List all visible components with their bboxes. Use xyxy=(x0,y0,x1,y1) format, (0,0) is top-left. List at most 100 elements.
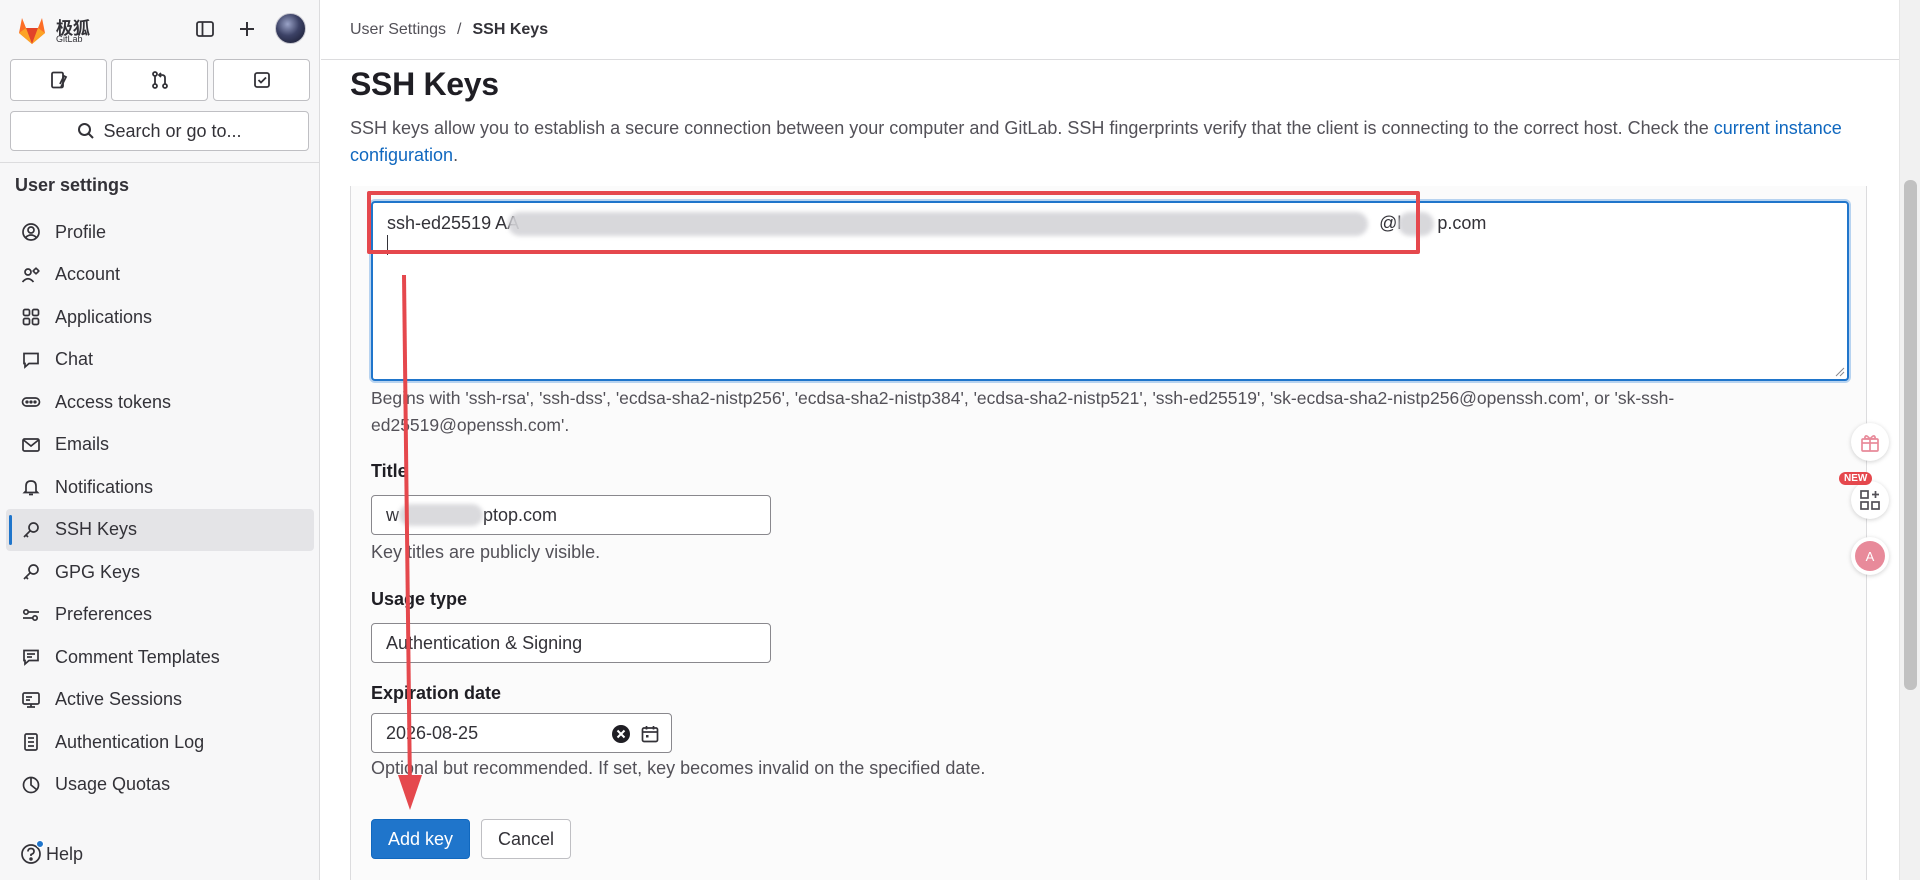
brand-name-en: GitLab xyxy=(56,34,83,44)
redaction-blur xyxy=(508,212,1368,236)
monitor-icon xyxy=(19,688,43,712)
expiration-date-value: 2026-08-25 xyxy=(386,722,479,743)
text-caret xyxy=(387,235,388,255)
main-content: User Settings / SSH Keys SSH Keys SSH ke… xyxy=(321,0,1899,880)
sidebar-toggle-icon[interactable] xyxy=(190,14,220,44)
bell-icon xyxy=(19,475,43,499)
breadcrumb: User Settings / SSH Keys xyxy=(350,21,548,39)
expiration-date-label: Expiration date xyxy=(371,683,502,703)
sidebar-item-label: Applications xyxy=(55,306,153,327)
preferences-icon xyxy=(19,603,43,627)
issues-button[interactable] xyxy=(10,59,107,101)
key-value-tail: p.com xyxy=(1437,213,1487,233)
sidebar-item-authentication-log[interactable]: Authentication Log xyxy=(6,721,314,764)
search-icon xyxy=(78,123,95,139)
description-text: SSH keys allow you to establish a secure… xyxy=(350,118,1714,138)
key-textarea[interactable]: ssh-ed25519 AA @l p.com xyxy=(371,201,1849,381)
title-label: Title xyxy=(371,461,408,481)
redaction-blur xyxy=(399,504,483,526)
todo-icon xyxy=(253,72,270,88)
issues-icon xyxy=(50,71,67,89)
resize-handle-icon[interactable] xyxy=(1835,367,1845,377)
sidebar: 极狐 GitLab Search or go to... User settin… xyxy=(0,0,320,880)
key-icon xyxy=(19,518,43,542)
sidebar-item-preferences[interactable]: Preferences xyxy=(6,594,314,637)
svg-text:A: A xyxy=(1866,549,1875,564)
expiration-date-input[interactable]: 2026-08-25 xyxy=(371,713,672,753)
brand-logo[interactable]: 极狐 GitLab xyxy=(16,14,96,46)
sidebar-item-active-sessions[interactable]: Active Sessions xyxy=(6,679,314,722)
new-badge: NEW xyxy=(1839,472,1873,485)
avatar[interactable] xyxy=(275,13,306,44)
breadcrumb-parent[interactable]: User Settings xyxy=(350,21,446,39)
notification-dot xyxy=(36,840,44,848)
grid-plus-icon xyxy=(1860,490,1880,510)
sidebar-item-emails[interactable]: Emails xyxy=(6,424,314,467)
sidebar-item-access-tokens[interactable]: Access tokens xyxy=(6,381,314,424)
apps-button[interactable] xyxy=(1851,481,1889,519)
key-format-hint: Begins with 'ssh-rsa', 'ssh-dss', 'ecdsa… xyxy=(371,388,1675,435)
translate-icon: A xyxy=(1855,541,1885,571)
breadcrumb-separator: / xyxy=(457,21,462,38)
description-end: . xyxy=(453,145,459,165)
cancel-button[interactable]: Cancel xyxy=(481,819,571,859)
gift-button[interactable] xyxy=(1851,423,1889,461)
sidebar-item-label: Chat xyxy=(55,349,94,370)
usage-type-select[interactable]: Authentication & Signing xyxy=(371,623,771,663)
title-value-end: ptop.com xyxy=(483,504,558,525)
sidebar-item-label: Emails xyxy=(55,434,110,455)
applications-icon xyxy=(19,305,43,329)
sidebar-item-account[interactable]: Account xyxy=(6,254,314,297)
scrollbar-thumb[interactable] xyxy=(1904,180,1917,690)
sidebar-item-usage-quotas[interactable]: Usage Quotas xyxy=(6,764,314,807)
sidebar-divider xyxy=(0,162,320,163)
merge-requests-button[interactable] xyxy=(111,59,208,101)
page-description: SSH keys allow you to establish a secure… xyxy=(350,115,1870,169)
search-button[interactable]: Search or go to... xyxy=(10,111,309,151)
user-icon xyxy=(19,220,43,244)
sidebar-item-label: Active Sessions xyxy=(55,689,183,710)
sidebar-item-notifications[interactable]: Notifications xyxy=(6,466,314,509)
title-input[interactable]: w ptop.com xyxy=(371,495,771,535)
sidebar-item-label: Notifications xyxy=(55,476,154,497)
sidebar-item-label: Account xyxy=(55,264,121,285)
breadcrumb-current[interactable]: SSH Keys xyxy=(473,21,549,39)
expiration-date-hint: Optional but recommended. If set, key be… xyxy=(371,758,986,778)
translate-button[interactable]: A xyxy=(1851,537,1889,575)
clear-icon[interactable] xyxy=(611,724,631,744)
key-value-start: ssh-ed25519 AA xyxy=(387,213,520,233)
sidebar-item-applications[interactable]: Applications xyxy=(6,296,314,339)
sidebar-item-gpg-keys[interactable]: GPG Keys xyxy=(6,551,314,594)
sidebar-item-comment-templates[interactable]: Comment Templates xyxy=(6,636,314,679)
help-button[interactable]: Help xyxy=(20,840,83,865)
top-bar: User Settings / SSH Keys xyxy=(321,0,1899,60)
title-hint: Key titles are publicly visible. xyxy=(371,542,601,562)
title-value-start: w xyxy=(386,504,399,525)
usage-type-value: Authentication & Signing xyxy=(386,632,583,653)
calendar-icon[interactable] xyxy=(640,724,660,744)
todo-button[interactable] xyxy=(213,59,310,101)
sidebar-item-ssh-keys[interactable]: SSH Keys xyxy=(6,508,314,551)
quota-icon xyxy=(19,773,43,797)
sidebar-item-label: Usage Quotas xyxy=(55,774,171,795)
log-icon xyxy=(19,730,43,754)
sidebar-item-chat[interactable]: Chat xyxy=(6,339,314,382)
mail-icon xyxy=(19,433,43,457)
quick-actions xyxy=(10,59,310,101)
page-title: SSH Keys xyxy=(350,66,499,102)
gift-icon xyxy=(1861,435,1879,452)
sidebar-item-label: Access tokens xyxy=(55,391,172,412)
plus-icon[interactable] xyxy=(232,14,262,44)
sidebar-item-label: GPG Keys xyxy=(55,561,141,582)
sidebar-top-bar: 极狐 GitLab xyxy=(14,12,306,46)
sidebar-item-profile[interactable]: Profile xyxy=(6,211,314,254)
sidebar-item-label: Profile xyxy=(55,221,107,242)
search-label: Search or go to... xyxy=(103,120,242,141)
scrollbar[interactable] xyxy=(1899,0,1920,880)
add-key-button[interactable]: Add key xyxy=(371,819,470,859)
redaction-blur xyxy=(1398,212,1434,236)
account-icon xyxy=(19,263,43,287)
sidebar-item-label: Preferences xyxy=(55,604,153,625)
comment-lines-icon xyxy=(19,645,43,669)
sidebar-item-label: SSH Keys xyxy=(55,519,138,540)
